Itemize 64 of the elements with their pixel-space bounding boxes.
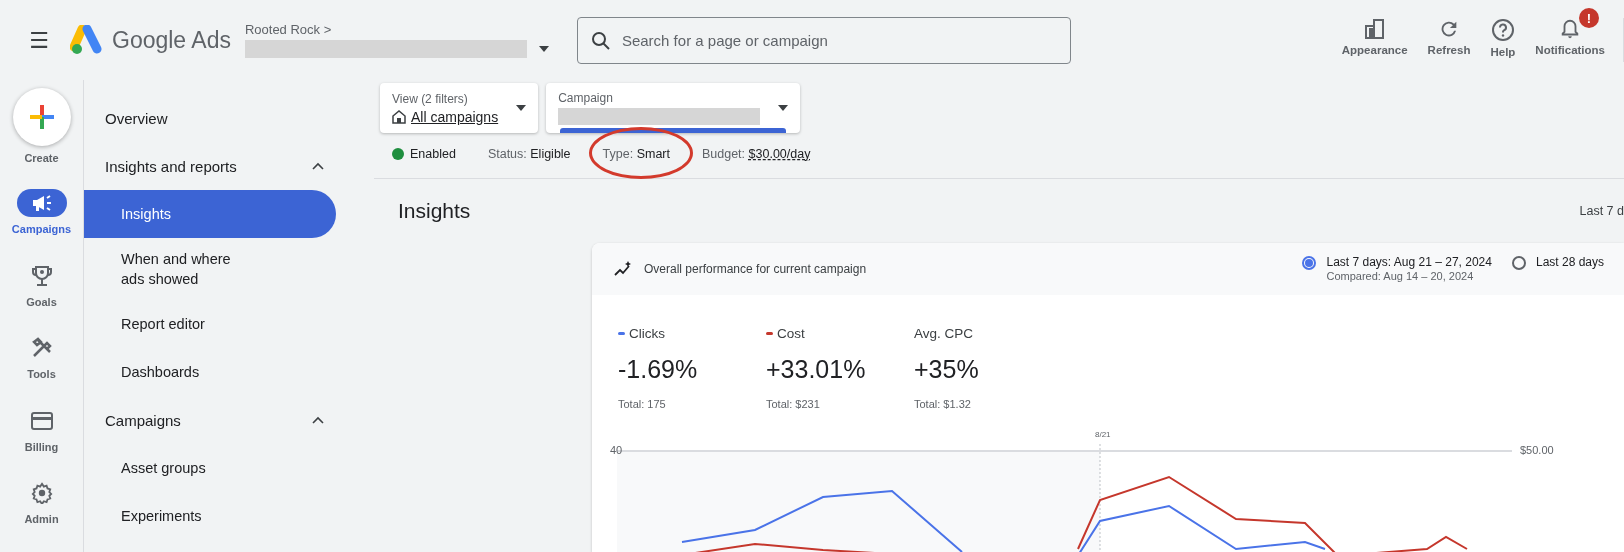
campaign-dropdown[interactable]: Campaign xyxy=(546,83,801,133)
nav-link[interactable]: Overview xyxy=(84,94,360,142)
axis-label: $50.00 xyxy=(1520,443,1554,456)
campaign-attribute: Status: Eligible xyxy=(487,147,571,162)
nav-item[interactable]: Goals xyxy=(1,261,82,335)
nav-item[interactable]: Tools xyxy=(1,334,82,407)
metric-change: -1.69% xyxy=(618,354,699,384)
help-button[interactable]: Help xyxy=(1482,8,1524,58)
date-marker: 8/21 xyxy=(1095,429,1111,439)
nav-link[interactable]: Report editor xyxy=(84,300,336,348)
nav-link[interactable]: Dashboards xyxy=(84,348,336,396)
plus-icon xyxy=(27,103,56,131)
nav-item[interactable]: Campaigns xyxy=(1,189,82,262)
dropdown-icon xyxy=(778,105,789,111)
megaphone-icon xyxy=(30,193,53,214)
comparison-note: Compared: Aug 14 – 20, 2024 xyxy=(1326,270,1475,282)
section-header[interactable]: Insights and reports xyxy=(84,142,360,190)
page-title: Insights xyxy=(398,198,471,223)
axis-label: 40 xyxy=(610,443,623,456)
alert-badge: ! xyxy=(1579,8,1599,28)
budget-link[interactable]: $30.00/day xyxy=(748,147,811,162)
nav-item[interactable]: Admin xyxy=(1,479,82,552)
menu-button[interactable]: ☰ xyxy=(24,27,54,53)
campaign-attribute: Budget: $30.00/day xyxy=(701,147,811,162)
credit-card-icon xyxy=(30,411,53,430)
metric-name: Cost xyxy=(777,326,805,341)
range-option[interactable]: Last 28 days xyxy=(1535,255,1604,269)
settings-icon xyxy=(30,482,53,505)
radio-button[interactable] xyxy=(1511,256,1526,270)
metric-name: Avg. CPC xyxy=(914,326,974,341)
nav-item[interactable]: Billing xyxy=(1,406,82,480)
status-label: Enabled xyxy=(410,147,456,162)
metric-change: +35% xyxy=(914,354,980,384)
metric-total: Total: $1.32 xyxy=(914,397,972,410)
trend-icon xyxy=(614,260,632,277)
notifications-button[interactable]: Notifications ! xyxy=(1527,8,1613,56)
home-icon xyxy=(392,109,406,124)
appearance-button[interactable]: Appearance xyxy=(1333,8,1416,56)
dropdown-icon[interactable] xyxy=(538,46,549,52)
nav-link[interactable]: Asset groups xyxy=(84,444,336,492)
date-range[interactable]: Last 7 d xyxy=(1579,203,1624,218)
create-button[interactable]: Create xyxy=(1,88,82,178)
metric-change: +33.01% xyxy=(766,354,867,384)
metric-name: Clicks xyxy=(629,326,665,341)
dropdown-icon xyxy=(516,105,527,111)
help-icon xyxy=(1490,18,1515,42)
view-dropdown[interactable]: View (2 filters) All campaigns xyxy=(380,83,539,133)
account-breadcrumb[interactable]: Rooted Rock > xyxy=(244,22,549,37)
search-field[interactable]: Search for a page or campaign xyxy=(576,16,1071,64)
section-header[interactable]: Campaigns xyxy=(84,396,360,444)
logo-icon xyxy=(70,25,104,55)
metric-total: Total: 175 xyxy=(618,397,667,410)
campaign-attribute: Type: Smart xyxy=(602,147,670,162)
nav-link[interactable]: Insights xyxy=(84,190,336,238)
appearance-icon xyxy=(1363,18,1386,40)
product-name: Google Ads xyxy=(112,26,231,54)
radio-button[interactable] xyxy=(1302,256,1317,270)
metric-total: Total: $231 xyxy=(766,397,821,410)
nav-link[interactable]: When and where ads showed xyxy=(84,238,336,300)
range-option[interactable]: Last 7 days: Aug 21 – 27, 2024 xyxy=(1326,255,1492,269)
trophy-icon xyxy=(30,263,53,288)
nav-link[interactable]: Experiments xyxy=(84,492,336,540)
refresh-button[interactable]: Refresh xyxy=(1419,8,1479,56)
card-title: Overall performance for current campaign xyxy=(644,261,867,276)
